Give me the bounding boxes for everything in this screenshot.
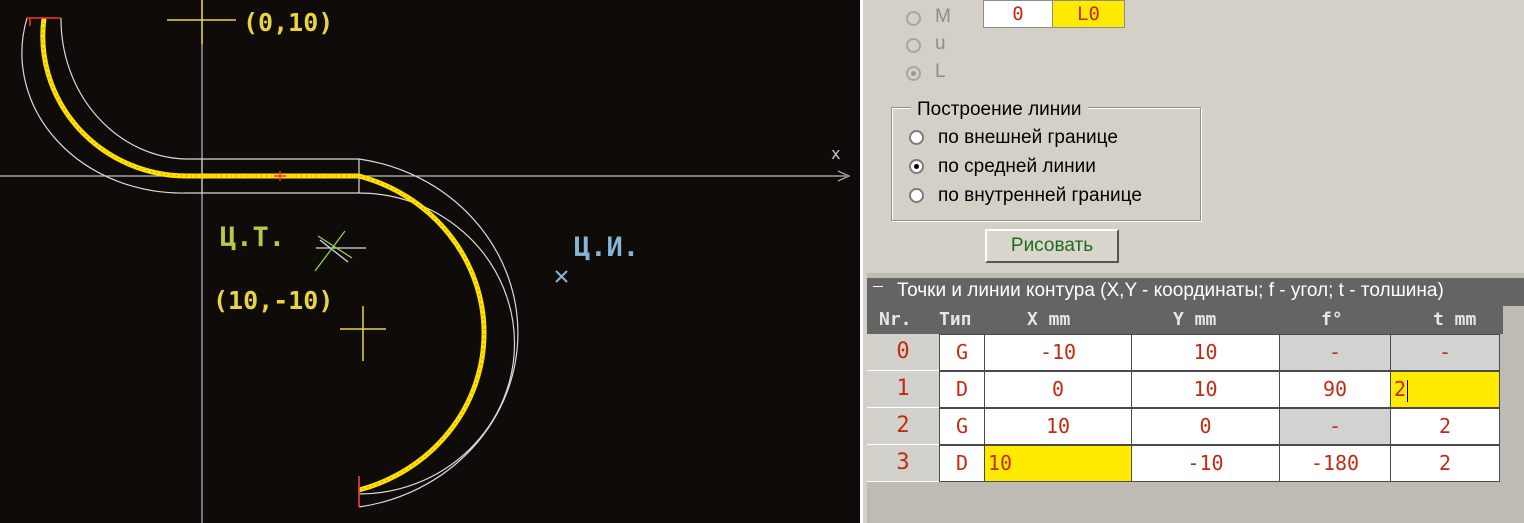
row-nr: 3 [867,445,939,482]
end-markers [27,17,360,507]
drawing-canvas[interactable]: (0,10) (10,-10) Ц.Т. Ц.И. x [0,0,860,523]
mode-field[interactable]: L0 [1052,0,1125,28]
cell-type[interactable]: D [939,445,985,482]
contour-table-header: Nr. Тип X mm Y mm f° t mm [867,306,1503,334]
header-y: Y mm [1173,309,1217,330]
mode-radio-m[interactable] [906,11,921,26]
center-gravity-marker [314,230,366,272]
radio-mid-line[interactable] [909,159,924,174]
cell-type[interactable]: G [939,408,985,445]
cell-t-editing[interactable]: 2 [1390,371,1500,408]
header-nr: Nr. [879,309,912,330]
contour-table-title: Точки и линии контура (X,Y - координаты;… [867,278,1524,306]
group-frame-corner [873,286,883,287]
cell-t[interactable]: - [1390,334,1500,371]
header-t: t mm [1433,309,1477,330]
row-nr: 2 [867,408,939,445]
cell-x-selected[interactable]: 10 [984,445,1132,482]
cell-x[interactable]: -10 [984,334,1132,371]
cell-t[interactable]: 2 [1390,445,1500,482]
mode-label-u: u [935,33,946,54]
cell-x[interactable]: 0 [984,371,1132,408]
point-label-top: (0,10) [243,8,334,37]
cell-f[interactable]: - [1279,334,1391,371]
cell-y[interactable]: 10 [1131,334,1280,371]
contour-boundaries [21,17,519,508]
header-f: f° [1321,309,1343,330]
center-gravity-label: Ц.Т. [220,222,286,253]
label-mid-line: по средней линии [938,156,1096,177]
cell-y[interactable]: 0 [1131,408,1280,445]
cell-y[interactable]: -10 [1131,445,1280,482]
cell-f[interactable]: - [1279,408,1391,445]
center-bend-label: Ц.И. [574,232,640,263]
mode-label-m: M [935,6,951,27]
row-nr: 0 [867,334,939,371]
draw-button[interactable]: Рисовать [985,229,1119,263]
radio-inner-boundary[interactable] [909,188,924,203]
x-axis-label: x [831,144,841,163]
build-line-title: Построение линии [911,99,1088,121]
mode-label-l: L [935,61,946,82]
cell-t-value: 2 [1394,377,1407,401]
cell-y[interactable]: 10 [1131,371,1280,408]
cell-f[interactable]: -180 [1279,445,1391,482]
cell-t[interactable]: 2 [1390,408,1500,445]
cell-type[interactable]: D [939,371,985,408]
contour-midline [40,17,487,493]
cell-type[interactable]: G [939,334,985,371]
radio-outer-boundary[interactable] [909,130,924,145]
settings-panel: M u L 0 L0 Построение линии по внешней г… [860,0,1524,523]
row-nr: 1 [867,371,939,408]
header-type: Тип [939,309,972,330]
label-outer-boundary: по внешней границе [938,127,1118,148]
point-label-lower: (10,-10) [213,286,334,315]
contour-drawing [0,0,851,523]
cell-f[interactable]: 90 [1279,371,1391,408]
mode-radio-u[interactable] [906,38,921,53]
header-x: X mm [1027,309,1071,330]
value-field[interactable]: 0 [983,0,1053,28]
center-bend-marker [555,270,568,283]
mode-radio-l[interactable] [906,66,921,81]
label-inner-boundary: по внутренней границе [938,185,1142,206]
cell-x[interactable]: 10 [984,408,1132,445]
text-caret [1407,379,1409,402]
